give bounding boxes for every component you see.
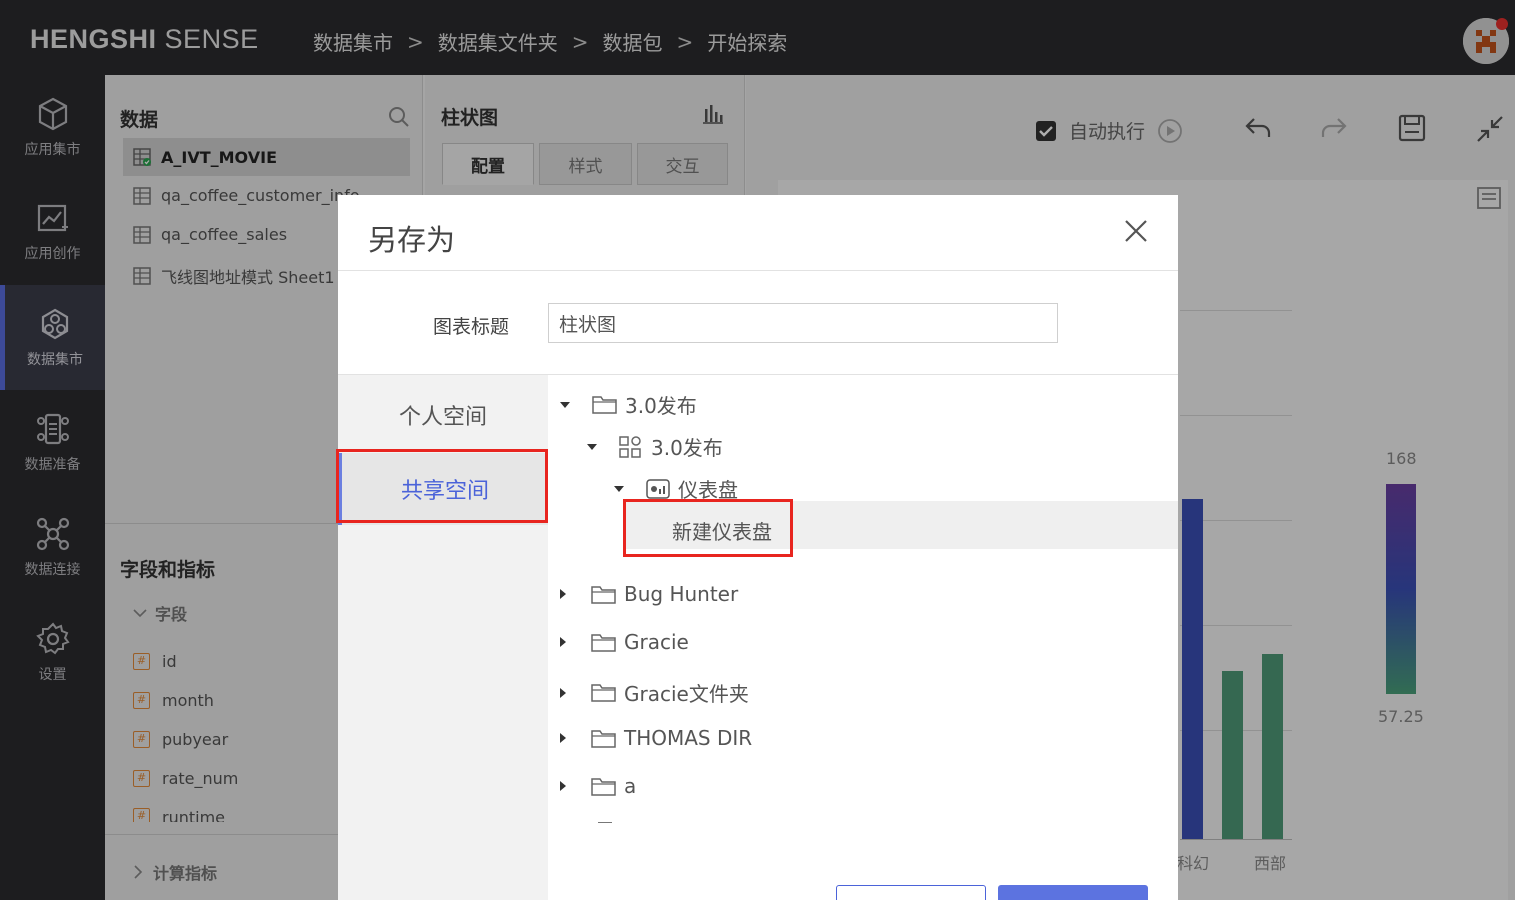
tree-node-label: Bug Hunter — [624, 582, 739, 606]
folder-icon — [592, 396, 617, 414]
caret-right-icon[interactable] — [560, 589, 566, 599]
folder-icon — [591, 684, 616, 702]
caret-right-icon[interactable] — [560, 687, 566, 698]
tree-node-label: 3.0发布 — [651, 436, 723, 460]
caret-down-icon[interactable] — [614, 485, 624, 492]
caret-right-icon[interactable] — [560, 733, 566, 743]
dashboard-icon — [646, 478, 670, 499]
tree-node-folder[interactable]: THOMAS DIR — [560, 726, 752, 750]
folder-icon — [591, 729, 616, 748]
tree-node-app[interactable]: 3.0发布 — [587, 432, 723, 461]
dialog-title: 另存为 — [368, 223, 456, 257]
tree-node-label: 3.0发布 — [625, 394, 697, 418]
app-icon — [619, 435, 641, 458]
tree-node-folder[interactable]: 3.0发布 — [560, 390, 697, 419]
confirm-button[interactable] — [998, 885, 1148, 900]
tree-node-label: a — [624, 774, 637, 798]
caret-down-icon[interactable] — [587, 443, 597, 450]
tree-node-label: THOMAS DIR — [624, 726, 753, 750]
folder-icon — [591, 585, 616, 604]
caret-right-icon[interactable] — [560, 637, 566, 647]
tree-node-folder[interactable]: Gracie — [560, 630, 689, 654]
caret-right-icon[interactable] — [560, 781, 566, 791]
save-as-dialog: 另存为 图表标题 个人空间 共享空间 3.0发布 3.0发布 仪表盘 新建仪表盘… — [336, 195, 1178, 900]
dialog-divider — [338, 270, 1178, 271]
close-icon[interactable] — [1124, 219, 1148, 243]
tree-node-label: Gracie文件夹 — [624, 682, 749, 706]
highlight-box — [336, 449, 548, 523]
space-personal[interactable]: 个人空间 — [338, 379, 548, 451]
folder-icon — [591, 633, 616, 652]
caret-down-icon[interactable] — [560, 401, 570, 408]
chart-title-input[interactable] — [548, 303, 1058, 343]
tree-node-folder[interactable]: Bug Hunter — [560, 582, 738, 606]
folder-icon — [591, 777, 616, 796]
cancel-button[interactable] — [836, 885, 986, 900]
highlight-box — [623, 499, 793, 557]
tree-node-label: Gracie — [624, 630, 689, 654]
folder-icon-partial — [598, 822, 612, 825]
tree-node-folder[interactable]: Gracie文件夹 — [560, 678, 749, 707]
tree-node-folder[interactable]: a — [560, 774, 636, 798]
chart-title-label: 图表标题 — [433, 316, 510, 338]
